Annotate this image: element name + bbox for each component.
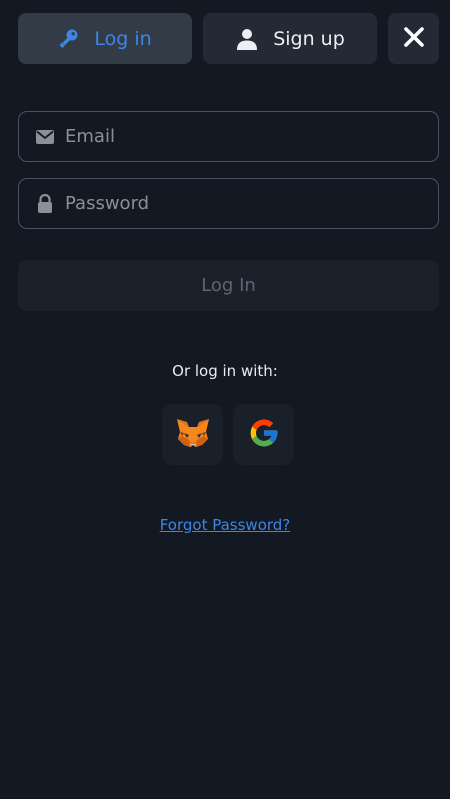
tab-signup-label: Sign up	[273, 27, 345, 50]
close-button[interactable]	[388, 13, 439, 64]
tab-signup[interactable]: Sign up	[203, 13, 377, 64]
close-icon	[403, 26, 425, 52]
email-input[interactable]	[65, 126, 405, 147]
tab-login[interactable]: Log in	[18, 13, 192, 64]
forgot-password-link[interactable]: Forgot Password?	[0, 516, 450, 534]
tab-login-label: Log in	[94, 27, 152, 50]
google-g-icon	[248, 417, 280, 453]
auth-tabs: Log in Sign up	[0, 0, 450, 80]
user-icon	[235, 27, 259, 51]
email-field[interactable]	[18, 111, 439, 162]
key-icon	[58, 28, 80, 50]
metamask-login-button[interactable]	[162, 404, 223, 465]
password-input[interactable]	[65, 193, 405, 214]
social-login-heading: Or log in with:	[172, 362, 278, 380]
login-submit-button[interactable]: Log In	[18, 260, 439, 311]
lock-icon	[35, 194, 55, 213]
mail-icon	[35, 129, 55, 144]
metamask-fox-icon	[176, 418, 210, 452]
password-field[interactable]	[18, 178, 439, 229]
google-login-button[interactable]	[233, 404, 294, 465]
